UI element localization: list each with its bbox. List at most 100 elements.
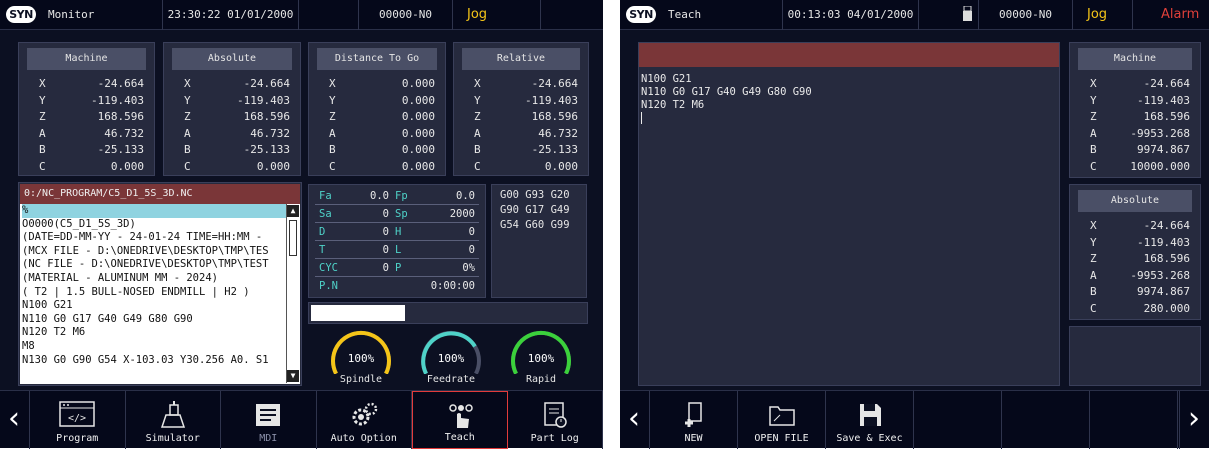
new-file-icon	[681, 401, 707, 432]
bottom-toolbar: ‹ </> Program Simulator MDI Auto Option Teach…	[0, 390, 603, 449]
program-line[interactable]: N100 G21	[22, 299, 286, 313]
gears-icon	[349, 401, 379, 432]
axis-value: 0.000	[544, 159, 578, 173]
program-lines[interactable]: % O0000(C5_D1_5S_3D) (DATE=DD-MM-YY - 24-0…	[22, 204, 286, 367]
axis-row: A 46.732	[39, 126, 144, 142]
editor-line[interactable]: N100 G21	[641, 73, 1051, 86]
program-line[interactable]: %	[22, 204, 286, 218]
row-divider	[315, 204, 479, 205]
axis-name: Y	[1090, 93, 1097, 107]
program-scrollbar[interactable]: ▲ ▼	[286, 204, 299, 383]
teach-screen: SYN Teach 00:13:03 04/01/2000 00000-N0 J…	[620, 0, 1209, 449]
next-page-button[interactable]: ›	[1179, 391, 1209, 449]
scroll-thumb[interactable]	[289, 220, 297, 256]
mode-label: Jog	[1087, 7, 1108, 22]
program-line[interactable]: M8	[22, 340, 286, 354]
program-line[interactable]: O0000(C5_D1_5S_3D)	[22, 218, 286, 232]
prev-page-button[interactable]: ‹	[0, 391, 30, 449]
axis-name: Y	[474, 93, 481, 107]
teach-hand-icon	[445, 402, 475, 433]
program-line[interactable]: ( T2 | 1.5 BULL-NOSED ENDMILL | H2 )	[22, 286, 286, 300]
axis-name: B	[184, 143, 191, 156]
axis-name: A	[1090, 268, 1097, 282]
program-line[interactable]: N110 G0 G17 G40 G49 G80 G90	[22, 313, 286, 327]
button-label: Teach	[444, 432, 475, 443]
axis-value: -25.133	[243, 143, 290, 156]
new-button[interactable]: NEW	[650, 391, 738, 449]
axis-value: 0.000	[401, 93, 435, 107]
axis-value: -119.403	[91, 93, 144, 107]
axis-row: X -24.664	[1090, 76, 1190, 92]
program-line[interactable]: (NC FILE - D:\ONEDRIVE\DESKTOP\TMP\TEST	[22, 258, 286, 272]
axis-row: X 0.000	[329, 76, 435, 92]
axis-name: C	[474, 159, 481, 173]
axis-row: X -24.664	[184, 76, 290, 92]
coord-panel: Machine X -24.664 Y -119.403 Z 168.596 A -9953.2…	[1069, 42, 1201, 178]
editor-line[interactable]: N120 T2 M6	[641, 99, 1051, 112]
panel-title: Machine	[1078, 48, 1192, 70]
title-cell: SYN Teach	[620, 0, 783, 30]
top-bar: SYN Monitor 23:30:22 01/01/2000 00000-N0…	[0, 0, 603, 30]
axis-name: B	[39, 143, 46, 156]
program-line[interactable]: (DATE=DD-MM-YY - 24-01-24 TIME=HH:MM -	[22, 231, 286, 245]
axis-name: A	[474, 126, 481, 140]
program-line[interactable]: (MCX FILE - D:\ONEDRIVE\DESKTOP\TMP\TES	[22, 245, 286, 259]
feed-row: P.N 0:00:00	[315, 279, 479, 294]
scroll-up-icon[interactable]: ▲	[287, 205, 299, 217]
part-log-button[interactable]: Part Log	[508, 391, 603, 449]
axis-name: B	[474, 143, 481, 156]
feed-label: H	[395, 226, 402, 238]
axis-value: 168.596	[1143, 252, 1190, 265]
axis-name: C	[1090, 159, 1097, 173]
coord-panel: Absolute X -24.664 Y -119.403 Z 168.596 A -9953.…	[1069, 184, 1201, 320]
teach-editor[interactable]: N100 G21 N110 G0 G17 G40 G49 G80 G90 N120 …	[638, 42, 1060, 386]
button-label: Simulator	[145, 433, 200, 444]
mode-cell[interactable]: Jog	[1073, 0, 1133, 30]
axis-value: 168.596	[97, 110, 144, 123]
open-file-button[interactable]: OPEN FILE	[738, 391, 826, 449]
save-exec-button[interactable]: Save & Exec	[826, 391, 914, 449]
axis-value: 9974.867	[1137, 143, 1190, 156]
feed-label: T	[319, 244, 326, 256]
editor-lines[interactable]: N100 G21 N110 G0 G17 G40 G49 G80 G90 N120 …	[641, 73, 1051, 124]
axis-row: Z 0.000	[329, 109, 435, 125]
axis-name: Y	[329, 93, 336, 107]
axis-value: 9974.867	[1137, 285, 1190, 298]
monitor-screen: SYN Monitor 23:30:22 01/01/2000 00000-N0…	[0, 0, 603, 449]
alarm-cell[interactable]: Alarm	[1133, 0, 1209, 30]
axis-name: X	[329, 77, 336, 90]
gauge-value: 100%	[437, 352, 465, 365]
program-button[interactable]: </> Program	[30, 391, 126, 449]
axis-row: A 0.000	[329, 126, 435, 142]
gauge-dial-icon	[511, 330, 571, 375]
status-empty-cell	[299, 0, 359, 30]
feed-value: 0%	[462, 262, 475, 274]
mdi-button[interactable]: MDI	[221, 391, 317, 449]
program-line[interactable]: N130 G0 G90 G54 X-103.03 Y30.256 A0. S1	[22, 354, 286, 368]
scroll-down-icon[interactable]: ▼	[287, 370, 299, 382]
axis-name: Z	[1090, 110, 1097, 123]
progress-bar	[308, 302, 588, 324]
editor-line[interactable]: N110 G0 G17 G40 G49 G80 G90	[641, 86, 1051, 99]
axis-name: A	[39, 126, 46, 140]
axis-value: 0.000	[110, 159, 144, 173]
axis-value: -9953.268	[1130, 268, 1190, 282]
program-line[interactable]: (MATERIAL - ALUMINUM MM - 2024)	[22, 272, 286, 286]
mode-cell[interactable]: Jog	[453, 0, 541, 30]
feed-value: 0	[382, 244, 389, 256]
program-line[interactable]: N120 T2 M6	[22, 326, 286, 340]
feed-label: Sp	[395, 208, 408, 220]
axis-row: C 280.000	[1090, 301, 1190, 317]
axis-row: C 10000.000	[1090, 159, 1190, 175]
prev-page-button[interactable]: ‹	[620, 391, 650, 449]
simulator-button[interactable]: Simulator	[126, 391, 221, 449]
text-cursor	[641, 112, 642, 124]
program-listing[interactable]: 0:/NC_PROGRAM/C5_D1_5S_3D.NC % O0000(C5_D…	[20, 184, 300, 384]
auto-option-button[interactable]: Auto Option	[317, 391, 412, 449]
panel-title: Distance To Go	[317, 48, 437, 70]
axis-row: Y -119.403	[39, 93, 144, 109]
teach-button[interactable]: Teach	[412, 391, 508, 449]
axis-row: B 9974.867	[1090, 142, 1190, 158]
gauge-dial-icon	[331, 330, 391, 375]
usb-cell	[919, 0, 979, 30]
